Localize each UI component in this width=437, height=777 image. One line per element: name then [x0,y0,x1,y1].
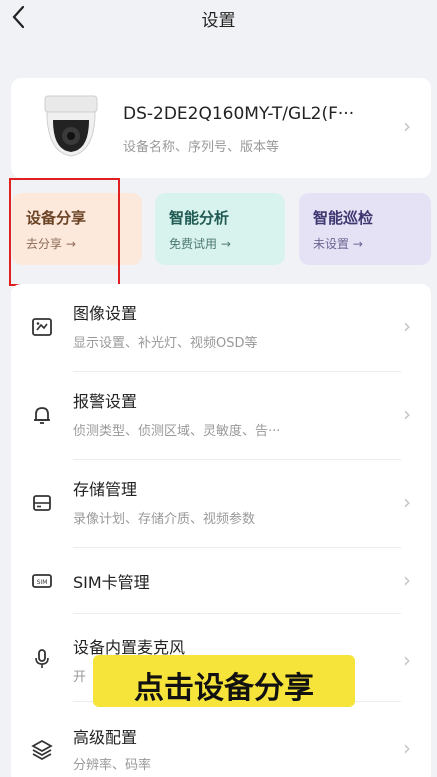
chevron-right-icon: › [403,736,411,760]
list-item-storage-management[interactable]: 存储管理 录像计划、存储介质、视频参数 › [11,460,431,548]
row-title: 报警设置 [73,392,138,411]
list-item-alarm-settings[interactable]: 报警设置 侦测类型、侦测区域、灵敏度、告··· › [11,372,431,460]
tile-subtitle: 免费试用 → [169,237,231,251]
row-subtitle: 侦测类型、侦测区域、灵敏度、告··· [73,424,281,439]
row-title: 图像设置 [73,304,138,323]
alarm-bell-icon [34,407,50,424]
top-bar: 设置 [0,0,437,40]
chevron-right-icon: › [403,568,411,592]
list-item-sim-management[interactable]: SIM SIM卡管理 › [11,548,431,614]
device-info-card[interactable]: DS-2DE2Q160MY-T/GL2(F··· 设备名称、序列号、版本等 › [11,78,431,178]
page-title: 设置 [201,11,236,31]
chevron-right-icon: › [403,114,411,138]
list-item-advanced-config[interactable]: 高级配置 分辨率、码率 › [11,702,431,777]
image-settings-icon [32,318,52,336]
highlight-box [9,178,120,286]
device-subtitle: 设备名称、序列号、版本等 [123,140,280,155]
tutorial-caption: 点击设备分享 [93,655,355,707]
caption-text: 点击设备分享 [134,671,314,706]
layers-icon [31,740,53,760]
row-title: 高级配置 [73,728,138,747]
chevron-right-icon: › [403,490,411,514]
tile-title: 智能巡检 [313,209,374,227]
svg-text:SIM: SIM [37,579,48,586]
tile-title: 智能分析 [169,209,230,227]
chevron-right-icon: › [403,314,411,338]
row-title: 存储管理 [73,480,138,499]
row-subtitle: 录像计划、存储介质、视频参数 [73,512,256,527]
tile-subtitle: 未设置 → [313,237,363,251]
camera-device-icon [44,95,98,157]
row-subtitle: 显示设置、补光灯、视频OSD等 [73,336,258,351]
row-subtitle: 分辨率、码率 [73,758,152,773]
list-item-image-settings[interactable]: 图像设置 显示设置、补光灯、视频OSD等 › [11,284,431,372]
chevron-right-icon: › [403,402,411,426]
storage-icon [33,495,51,511]
device-model-name: DS-2DE2Q160MY-T/GL2(F··· [123,104,355,124]
row-subtitle: 开 [73,670,87,685]
chevron-right-icon: › [403,648,411,672]
smart-analysis-tile[interactable]: 智能分析 免费试用 → [155,193,285,265]
smart-patrol-tile[interactable]: 智能巡检 未设置 → [299,193,431,265]
microphone-icon [35,649,49,668]
sim-card-icon: SIM [32,574,52,588]
row-title: SIM卡管理 [73,573,150,592]
